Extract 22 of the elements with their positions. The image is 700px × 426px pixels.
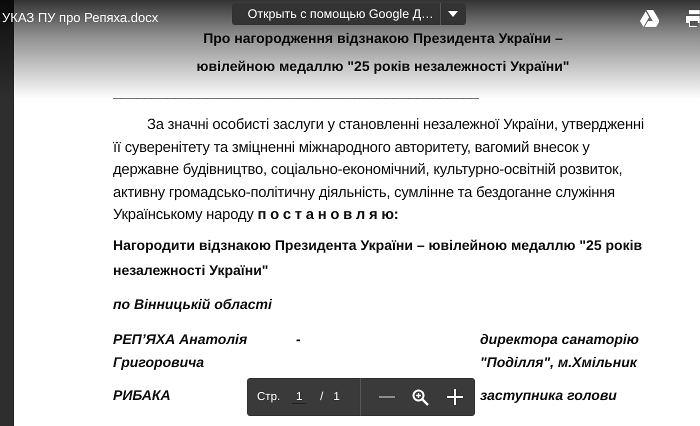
document-title: ювілейною медаллю "25 років незалежності України" [196,58,570,74]
drive-icon[interactable] [640,10,660,27]
page-input[interactable]: 1 [292,390,306,404]
paragraph: За значні особисті заслуги у становленні незалежної України, утвердженні її суверенітету та зміцненні міжнародного авторитету, вагомий внесок у державне будівництво, соціально-економічний, культурно-освітній розвиток, активну громадсько-політичну діяльність, сумлінне та бездоганне служіння Українському народу п о с т а н о в л я ю: [113,116,645,225]
region-heading: по Вінницькій області [113,294,273,314]
awardee-name: РИБАКА [113,386,171,404]
print-icon[interactable] [686,10,700,27]
page-separator: / [320,391,324,403]
minus-icon [378,396,395,398]
page-total: 1 [333,391,340,403]
awardee-position: директора санаторію "Поділля", м.Хмільник [480,330,640,372]
page-label: Стр. [257,391,280,403]
zoom-icon [412,388,430,406]
paragraph: Нагородити відзнакою Президента України – ювілейною медаллю "25 років незалежності України" [113,236,644,280]
file-name: УКАЗ ПУ про Репяха.docx [2,10,160,25]
awardee-position: заступника голови [480,386,617,405]
separator-line: _______________________________________________ [113,84,480,102]
caret-icon [448,11,458,17]
plus-icon [446,389,463,405]
awardee-name: РЕП’ЯХА Анатолія Григоровича [113,330,248,372]
document-title: Про нагородження відзнакою Президента України – [202,30,564,46]
dash-text: - [296,330,301,346]
